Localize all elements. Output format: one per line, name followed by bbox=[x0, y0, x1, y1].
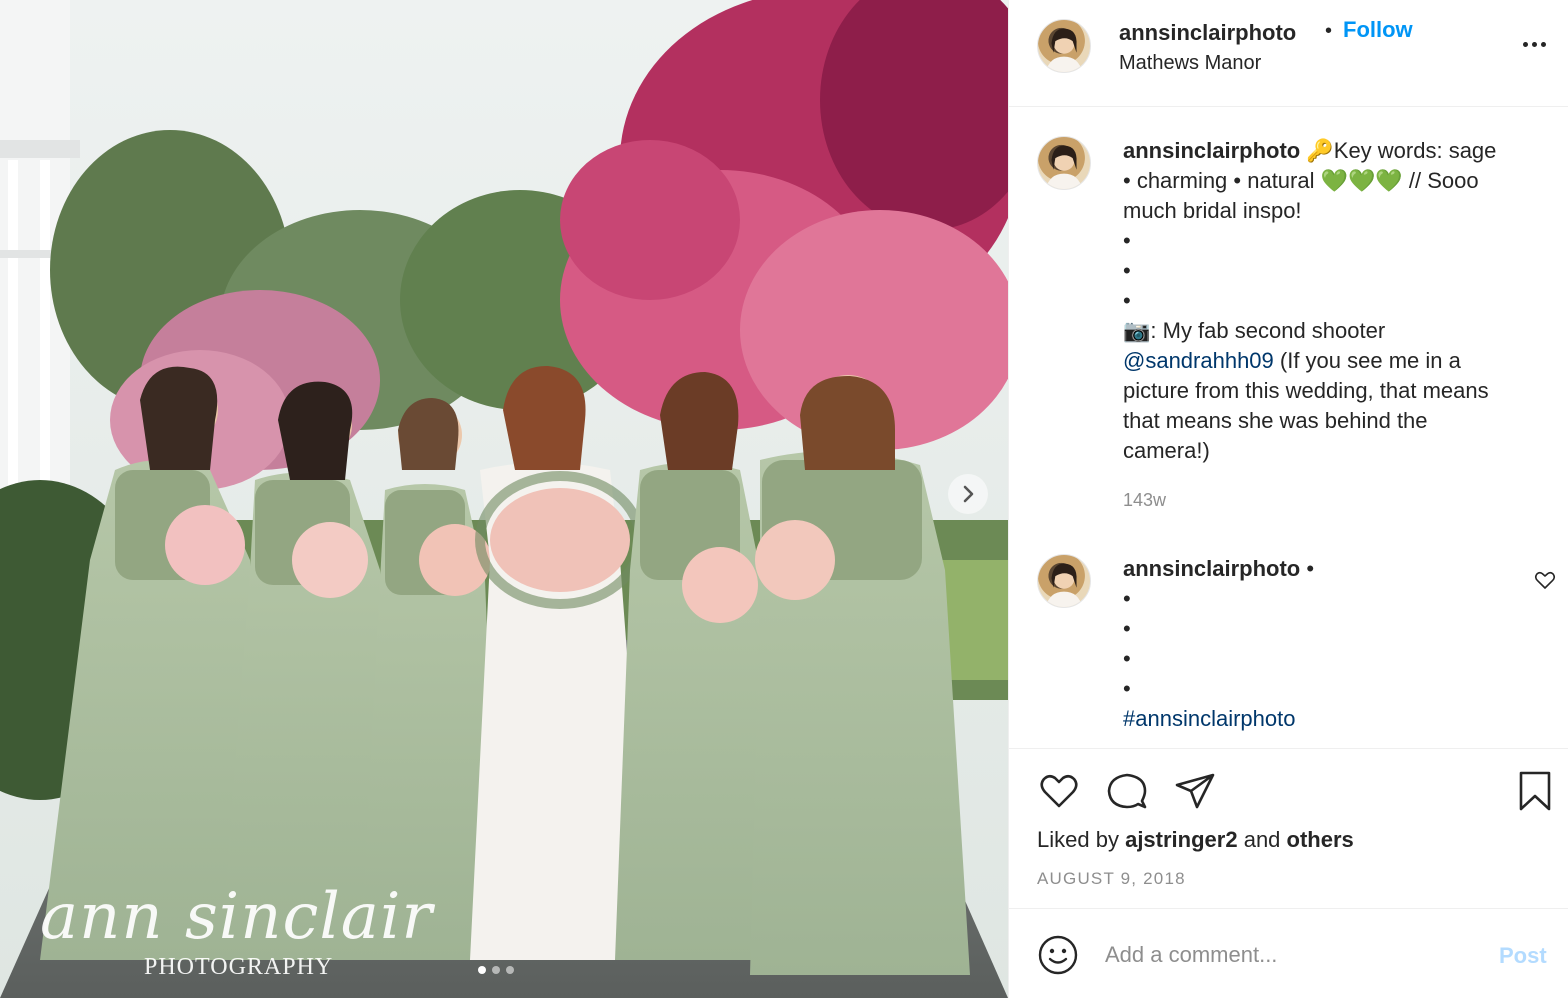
header-separator: • bbox=[1325, 20, 1333, 42]
caption-line: much bridal inspo! bbox=[1123, 198, 1302, 223]
header-username[interactable]: annsinclairphoto bbox=[1119, 20, 1296, 46]
post-comment-button[interactable]: Post bbox=[1499, 943, 1547, 969]
location-link[interactable]: Mathews Manor bbox=[1119, 52, 1261, 75]
comment-line: • bbox=[1123, 646, 1131, 671]
dot bbox=[1532, 41, 1537, 47]
mention-link[interactable]: @sandrahhh09 bbox=[1123, 348, 1274, 373]
share-icon[interactable] bbox=[1173, 769, 1217, 813]
carousel-dot-active bbox=[478, 966, 486, 974]
add-comment-bar: Post bbox=[1009, 908, 1568, 998]
post-side-panel: annsinclairphoto • Follow Mathews Manor … bbox=[1008, 0, 1568, 998]
avatar[interactable] bbox=[1037, 554, 1091, 608]
dot bbox=[1541, 41, 1546, 47]
carousel-dot bbox=[506, 966, 514, 974]
comment-input[interactable] bbox=[1105, 937, 1485, 973]
comment-line: • bbox=[1123, 586, 1131, 611]
caption-line: • bbox=[1123, 288, 1131, 313]
photographer-watermark: ann sinclair PHOTOGRAPHY bbox=[40, 880, 470, 990]
caption-line: • charming • natural 💚💚💚 // Sooo bbox=[1123, 168, 1479, 193]
dot bbox=[1523, 41, 1528, 47]
carousel-dot bbox=[492, 966, 500, 974]
smiley-icon[interactable] bbox=[1037, 934, 1079, 976]
carousel-indicator bbox=[478, 966, 514, 974]
liked-user-link[interactable]: ajstringer2 bbox=[1125, 827, 1238, 852]
liked-by-label: Liked by bbox=[1037, 827, 1119, 852]
caption-line: that means she was behind the bbox=[1123, 408, 1428, 433]
caption-timestamp[interactable]: 143w bbox=[1123, 490, 1166, 511]
comment-separator: • bbox=[1306, 556, 1315, 581]
comment-username[interactable]: annsinclairphoto bbox=[1123, 556, 1300, 581]
caption-username[interactable]: annsinclairphoto bbox=[1123, 138, 1300, 163]
chevron-right-icon bbox=[963, 485, 974, 503]
caption-line: picture from this wedding, that means bbox=[1123, 378, 1489, 403]
watermark-script: ann sinclair bbox=[40, 880, 433, 954]
more-options-icon[interactable] bbox=[1523, 34, 1555, 54]
follow-button[interactable]: Follow bbox=[1343, 17, 1413, 43]
caption-line: (If you see me in a bbox=[1273, 348, 1461, 373]
comment-line: • bbox=[1123, 616, 1131, 641]
caption-line: 🔑Key words: sage bbox=[1306, 138, 1497, 163]
likes-summary: Liked by ajstringer2 and others bbox=[1037, 827, 1354, 853]
post-photo[interactable]: ann sinclair PHOTOGRAPHY bbox=[0, 0, 1008, 998]
avatar[interactable] bbox=[1037, 19, 1091, 73]
caption-line: • bbox=[1123, 228, 1131, 253]
avatar[interactable] bbox=[1037, 136, 1091, 190]
heart-icon[interactable] bbox=[1037, 769, 1081, 813]
hashtag-link[interactable]: #annsinclairphoto bbox=[1123, 704, 1553, 734]
liked-others-link[interactable]: others bbox=[1287, 827, 1354, 852]
post-header: annsinclairphoto • Follow Mathews Manor bbox=[1009, 0, 1568, 107]
comments-list[interactable]: annsinclairphoto 🔑Key words: sage • char… bbox=[1009, 108, 1568, 748]
caption-line: • bbox=[1123, 258, 1131, 283]
comment-text: annsinclairphoto • • • • • #annsinclairp… bbox=[1123, 554, 1553, 734]
caption-line: camera!) bbox=[1123, 438, 1210, 463]
caption-text: annsinclairphoto 🔑Key words: sage • char… bbox=[1123, 136, 1553, 466]
heart-outline-icon[interactable] bbox=[1533, 568, 1557, 592]
comment-line: • bbox=[1123, 676, 1131, 701]
liked-and-label: and bbox=[1243, 827, 1281, 852]
next-photo-button[interactable] bbox=[948, 474, 988, 514]
caption-line: 📷: My fab second shooter bbox=[1123, 318, 1386, 343]
comment-icon[interactable] bbox=[1105, 769, 1149, 813]
bookmark-icon[interactable] bbox=[1513, 769, 1557, 813]
watermark-subtitle: PHOTOGRAPHY bbox=[144, 954, 334, 980]
post-date[interactable]: AUGUST 9, 2018 bbox=[1037, 869, 1186, 889]
post-actions: Liked by ajstringer2 and others AUGUST 9… bbox=[1009, 748, 1568, 908]
wedding-photo-illustration bbox=[0, 0, 1008, 998]
